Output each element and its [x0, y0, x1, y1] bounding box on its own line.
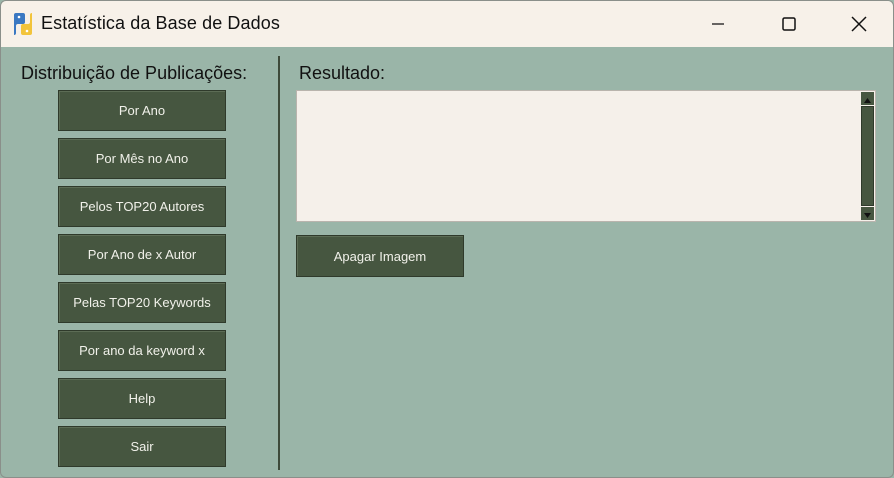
result-scrollbar[interactable] — [860, 91, 875, 221]
year-by-author-button[interactable]: Por Ano de x Autor — [58, 234, 226, 275]
title-bar[interactable]: Estatística da Base de Dados — [1, 1, 893, 47]
by-month-button[interactable]: Por Mês no Ano — [58, 138, 226, 179]
clear-image-button[interactable]: Apagar Imagem — [296, 235, 464, 277]
minimize-button[interactable] — [683, 1, 753, 47]
help-button[interactable]: Help — [58, 378, 226, 419]
distribution-heading: Distribuição de Publicações: — [21, 63, 248, 83]
top20-keywords-button[interactable]: Pelas TOP20 Keywords — [58, 282, 226, 323]
arrow-down-icon — [864, 205, 871, 223]
maximize-button[interactable] — [754, 1, 824, 47]
scroll-down-button[interactable] — [861, 207, 874, 220]
by-year-button[interactable]: Por Ano — [58, 90, 226, 131]
result-text-area[interactable] — [296, 90, 876, 222]
exit-button[interactable]: Sair — [58, 426, 226, 467]
scrollbar-thumb[interactable] — [861, 106, 874, 206]
scroll-up-button[interactable] — [861, 92, 874, 105]
python-app-icon — [12, 12, 34, 36]
top20-authors-button[interactable]: Pelos TOP20 Autores — [58, 186, 226, 227]
result-heading: Resultado: — [299, 63, 386, 83]
maximize-icon — [782, 17, 796, 31]
app-window: Estatística da Base de Dados Distribuiçã… — [0, 0, 894, 478]
window-title: Estatística da Base de Dados — [41, 13, 280, 33]
close-button[interactable] — [824, 1, 893, 47]
arrow-up-icon — [864, 90, 871, 108]
close-icon — [851, 16, 867, 32]
panel-divider — [278, 56, 280, 470]
year-by-keyword-button[interactable]: Por ano da keyword x — [58, 330, 226, 371]
minimize-icon — [712, 18, 724, 30]
